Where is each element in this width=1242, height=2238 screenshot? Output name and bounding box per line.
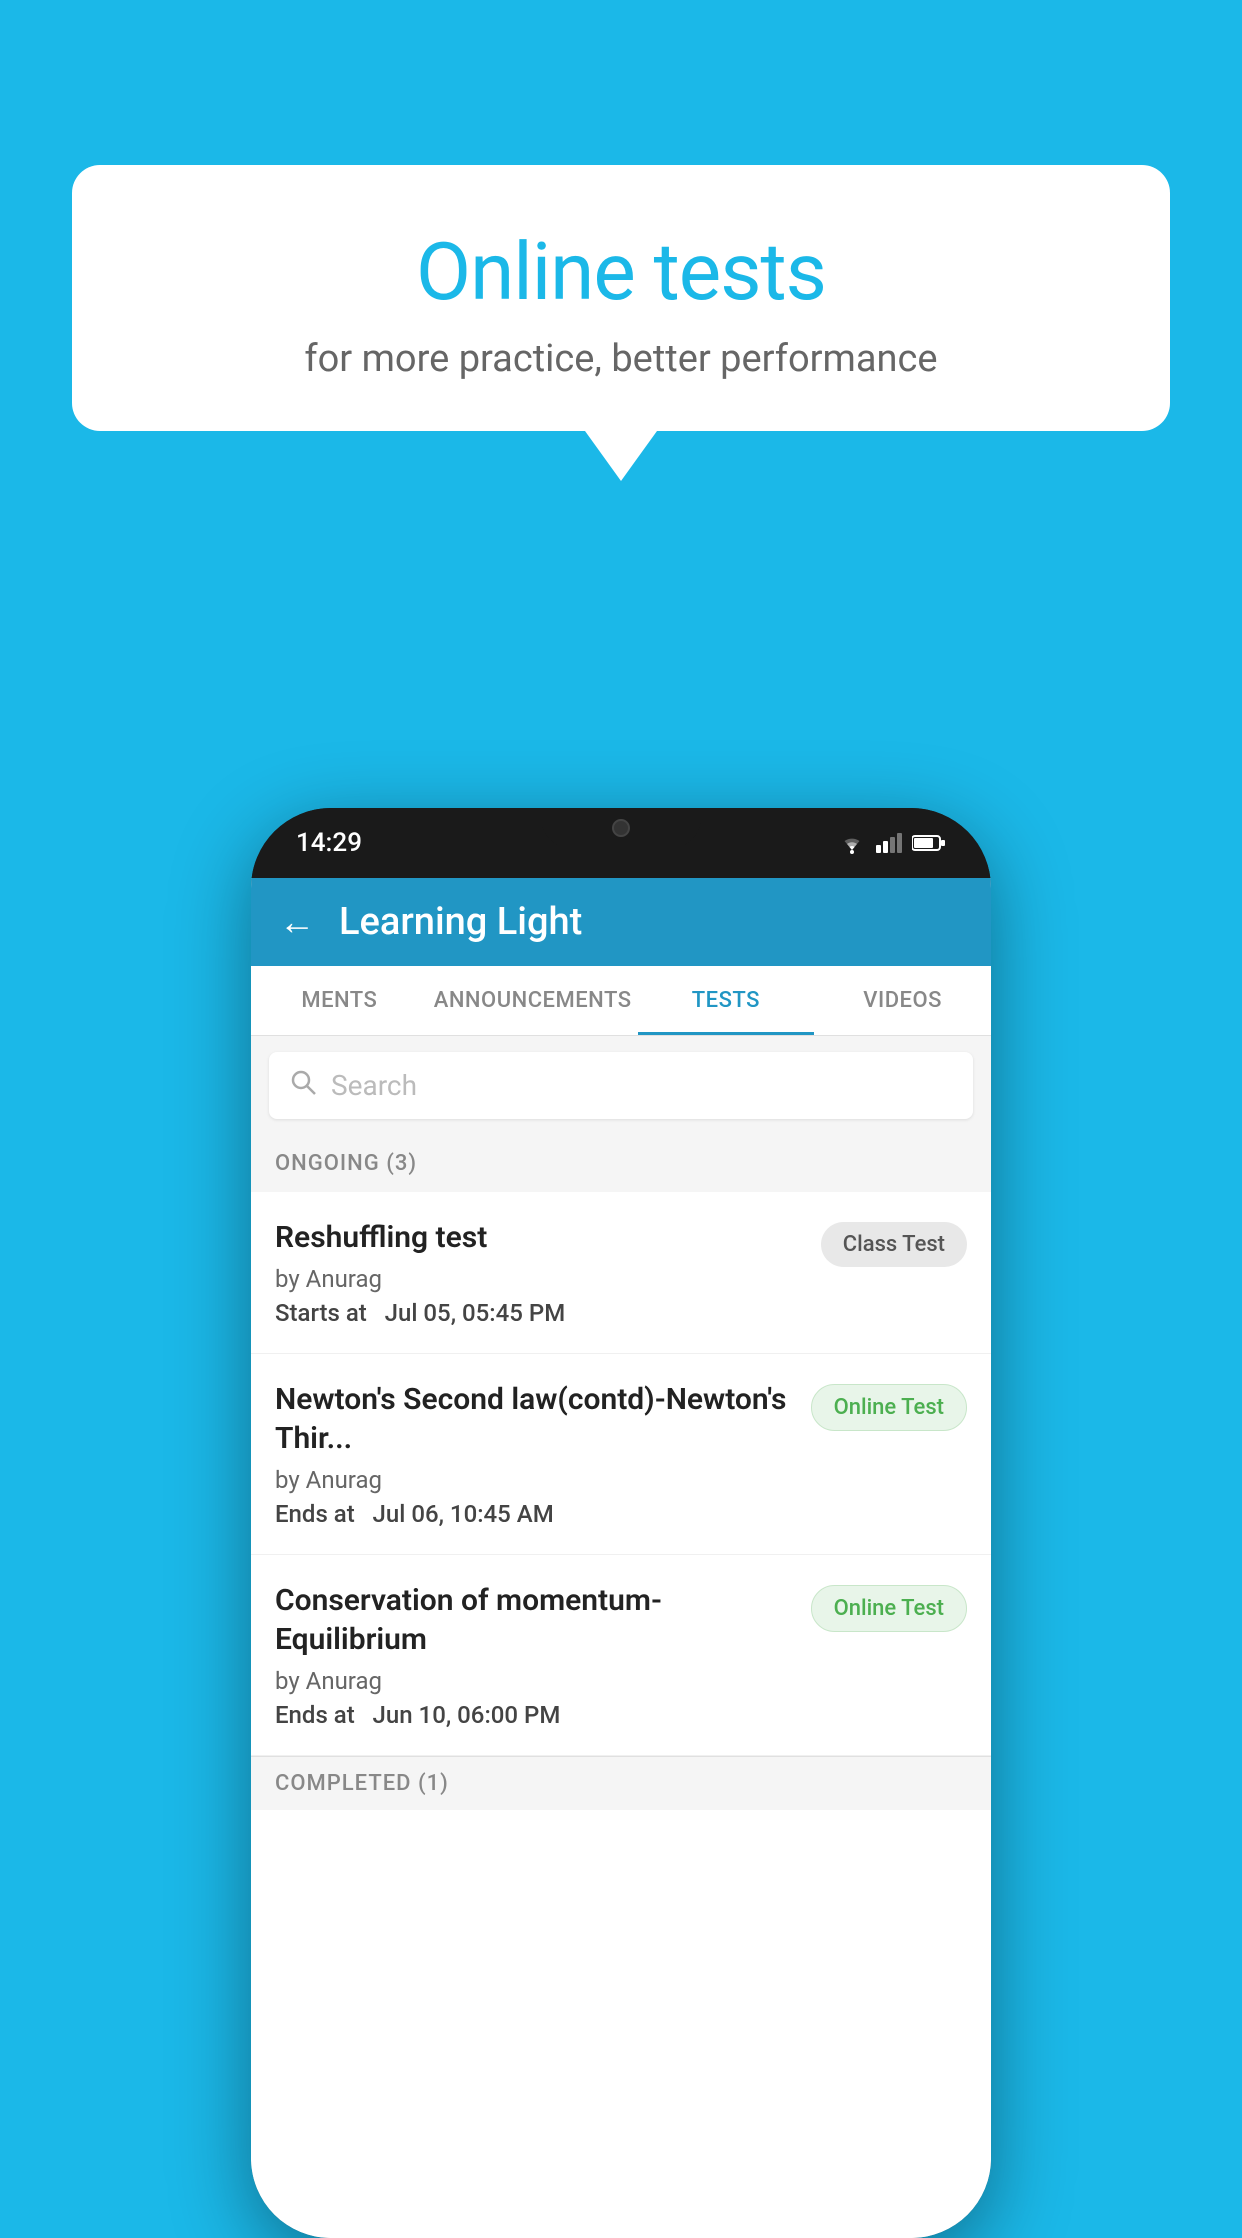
tab-ments[interactable]: MENTS (251, 966, 428, 1035)
signal-icon (876, 833, 902, 853)
ongoing-label: ONGOING (3) (275, 1151, 417, 1176)
wifi-icon (838, 832, 866, 854)
search-input[interactable]: Search (331, 1069, 417, 1102)
test-badge-class: Class Test (821, 1222, 967, 1267)
list-item[interactable]: Reshuffling test by Anurag Starts at Jul… (251, 1192, 991, 1354)
test-by: by Anurag (275, 1667, 795, 1695)
tabs-bar: MENTS ANNOUNCEMENTS TESTS VIDEOS (251, 966, 991, 1036)
test-info: Conservation of momentum-Equilibrium by … (275, 1581, 795, 1729)
app-title: Learning Light (339, 900, 582, 944)
list-item[interactable]: Conservation of momentum-Equilibrium by … (251, 1555, 991, 1756)
front-camera (612, 819, 630, 837)
test-name: Conservation of momentum-Equilibrium (275, 1581, 795, 1659)
battery-icon (912, 834, 946, 852)
search-container: Search (251, 1036, 991, 1135)
test-time: Starts at Jul 05, 05:45 PM (275, 1299, 805, 1327)
tab-tests[interactable]: TESTS (638, 966, 815, 1035)
test-time: Ends at Jun 10, 06:00 PM (275, 1701, 795, 1729)
phone-screen: ← Learning Light MENTS ANNOUNCEMENTS TES… (251, 878, 991, 2238)
search-icon (289, 1068, 317, 1103)
app-header: ← Learning Light (251, 878, 991, 966)
status-icons (838, 832, 946, 854)
promo-section: Online tests for more practice, better p… (72, 165, 1170, 481)
test-by: by Anurag (275, 1265, 805, 1293)
promo-title: Online tests (112, 225, 1130, 319)
completed-label: COMPLETED (1) (275, 1771, 449, 1796)
test-badge-online: Online Test (811, 1384, 967, 1431)
search-box[interactable]: Search (269, 1052, 973, 1119)
list-item[interactable]: Newton's Second law(contd)-Newton's Thir… (251, 1354, 991, 1555)
test-name: Newton's Second law(contd)-Newton's Thir… (275, 1380, 795, 1458)
back-button[interactable]: ← (279, 901, 315, 943)
tab-announcements[interactable]: ANNOUNCEMENTS (428, 966, 638, 1035)
completed-section-header: COMPLETED (1) (251, 1756, 991, 1810)
tab-videos[interactable]: VIDEOS (814, 966, 991, 1035)
ongoing-section-header: ONGOING (3) (251, 1135, 991, 1192)
test-info: Reshuffling test by Anurag Starts at Jul… (275, 1218, 805, 1327)
test-by: by Anurag (275, 1466, 795, 1494)
status-time: 14:29 (296, 828, 362, 858)
speech-bubble-pointer (585, 431, 657, 481)
test-badge-online: Online Test (811, 1585, 967, 1632)
phone-notch (541, 808, 701, 848)
test-list: Reshuffling test by Anurag Starts at Jul… (251, 1192, 991, 2238)
speech-bubble: Online tests for more practice, better p… (72, 165, 1170, 431)
test-info: Newton's Second law(contd)-Newton's Thir… (275, 1380, 795, 1528)
status-bar: 14:29 (251, 808, 991, 878)
test-name: Reshuffling test (275, 1218, 805, 1257)
promo-subtitle: for more practice, better performance (112, 337, 1130, 381)
test-time: Ends at Jul 06, 10:45 AM (275, 1500, 795, 1528)
phone-frame: 14:29 (251, 808, 991, 2238)
